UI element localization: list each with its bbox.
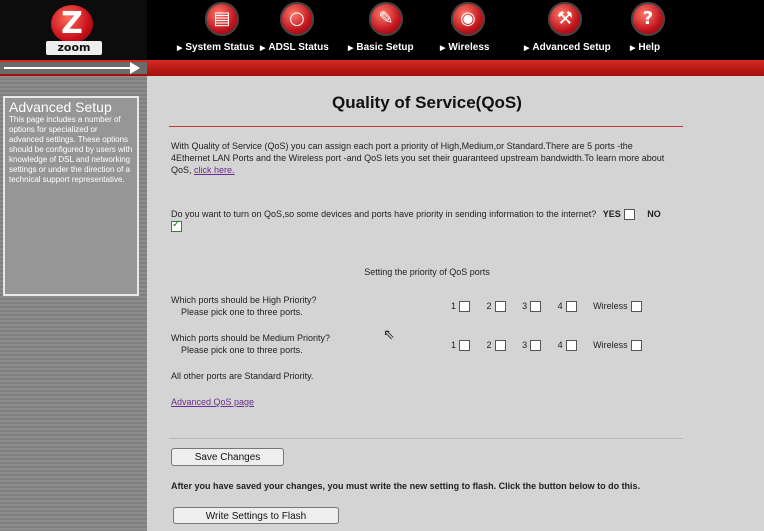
medium-port-1-checkbox[interactable] [459, 340, 471, 352]
nav-help[interactable]: ▶ Help [630, 42, 660, 53]
high-priority-ports: 1 2 3 4 Wireless [451, 300, 642, 313]
medium-port-wireless-checkbox[interactable] [630, 340, 642, 352]
nav-basic-setup-label: Basic Setup [356, 42, 414, 53]
medium-port-4-checkbox[interactable] [565, 340, 577, 352]
top-banner: Z zoom ▤ ○ ✎ ◉ ⚒ ? ▶ System Status ▶ ADSL … [0, 0, 764, 60]
sidebar-description: This page includes a number of options f… [9, 115, 133, 184]
nav-help-label: Help [638, 42, 661, 53]
medium-priority-text: Which ports should be Medium Priority? [171, 333, 331, 343]
nav-menu: ▶ System Status ▶ ADSL Status ▶ Basic Setup… [147, 40, 764, 58]
medium-port-3-label: 3 [522, 340, 528, 350]
advanced-qos-link[interactable]: Advanced QoS page [171, 396, 254, 408]
no-checkbox[interactable] [171, 219, 182, 233]
nav-wireless-label: Wireless [448, 42, 490, 53]
high-port-1-checkbox[interactable] [459, 301, 471, 313]
arrow-right-icon [130, 62, 140, 74]
nav-advanced-setup-label: Advanced Setup [532, 42, 611, 53]
main-content: Quality of Service(QoS) With Quality of … [147, 76, 764, 531]
wrench-icon[interactable]: ⚒ [548, 2, 582, 36]
medium-port-2-label: 2 [486, 340, 492, 350]
medium-port-3-checkbox[interactable] [530, 340, 542, 352]
medium-port-2-checkbox[interactable] [494, 340, 506, 352]
high-priority-text: Which ports should be High Priority? [171, 295, 317, 305]
high-port-1-label: 1 [451, 301, 457, 311]
nav-system-status-label: System Status [185, 42, 255, 53]
medium-port-1-label: 1 [451, 340, 457, 350]
nav-system-status[interactable]: ▶ System Status [177, 42, 254, 53]
medium-priority-ports: 1 2 3 4 Wireless [451, 339, 642, 352]
title-divider [169, 126, 683, 127]
sidebar: Advanced Setup This page includes a numb… [0, 76, 147, 531]
save-changes-button[interactable]: Save Changes [171, 448, 284, 466]
arrow-banner [0, 62, 147, 74]
standard-priority-note: All other ports are Standard Priority. [171, 371, 314, 381]
medium-port-4-label: 4 [557, 340, 563, 350]
high-priority-hint: Please pick one to three ports. [181, 307, 303, 317]
zoom-logo-mark: Z [51, 5, 93, 43]
folder-icon[interactable]: ▤ [205, 2, 239, 36]
qos-question-text: Do you want to turn on QoS,so some devic… [171, 209, 597, 219]
sidebar-title: Advanced Setup [9, 99, 112, 115]
question-icon[interactable]: ? [631, 2, 665, 36]
qos-question: Do you want to turn on QoS,so some devic… [171, 208, 671, 233]
plug-icon[interactable]: ✎ [369, 2, 403, 36]
yes-label: YES [602, 209, 621, 219]
high-port-2-checkbox[interactable] [494, 301, 506, 313]
no-label: NO [647, 209, 661, 219]
medium-priority-hint: Please pick one to three ports. [181, 345, 303, 355]
sidebar-info-box: Advanced Setup This page includes a numb… [3, 96, 139, 296]
antenna-icon[interactable]: ◉ [451, 2, 485, 36]
intro-body: With Quality of Service (QoS) you can as… [171, 141, 665, 175]
yes-checkbox[interactable] [623, 209, 635, 221]
flash-note: After you have saved your changes, you m… [171, 481, 641, 491]
nav-advanced-setup[interactable]: ▶ Advanced Setup [524, 42, 611, 53]
nav-basic-setup[interactable]: ▶ Basic Setup [348, 42, 414, 53]
mouse-cursor-icon: ⇖ [383, 326, 395, 342]
high-port-4-label: 4 [557, 301, 563, 311]
high-port-3-label: 3 [522, 301, 528, 311]
write-flash-button[interactable]: Write Settings to Flash [173, 507, 339, 524]
magnifier-icon[interactable]: ○ [280, 2, 314, 36]
zoom-logo: Z zoom [0, 0, 147, 60]
nav-adsl-status[interactable]: ▶ ADSL Status [260, 42, 329, 53]
medium-priority-question: Which ports should be Medium Priority? P… [171, 332, 391, 356]
high-port-wireless-checkbox[interactable] [630, 301, 642, 313]
high-port-2-label: 2 [486, 301, 492, 311]
learn-more-link[interactable]: click here. [194, 165, 235, 175]
page-title: Quality of Service(QoS) [332, 93, 522, 112]
high-port-3-checkbox[interactable] [530, 301, 542, 313]
high-port-wireless-label: Wireless [593, 301, 628, 311]
zoom-logo-text: zoom [46, 41, 102, 55]
medium-port-wireless-label: Wireless [593, 340, 628, 350]
qos-yes-option: YES [602, 209, 638, 221]
nav-adsl-status-label: ADSL Status [268, 42, 329, 53]
form-divider [169, 438, 683, 439]
arrow-line [4, 67, 132, 69]
intro-text: With Quality of Service (QoS) you can as… [171, 140, 671, 176]
priority-heading: Setting the priority of QoS ports [364, 267, 490, 277]
nav-icons: ▤ ○ ✎ ◉ ⚒ ? [147, 0, 764, 40]
high-priority-question: Which ports should be High Priority? Ple… [171, 294, 391, 318]
nav-wireless[interactable]: ▶ Wireless [440, 42, 489, 53]
high-port-4-checkbox[interactable] [565, 301, 577, 313]
